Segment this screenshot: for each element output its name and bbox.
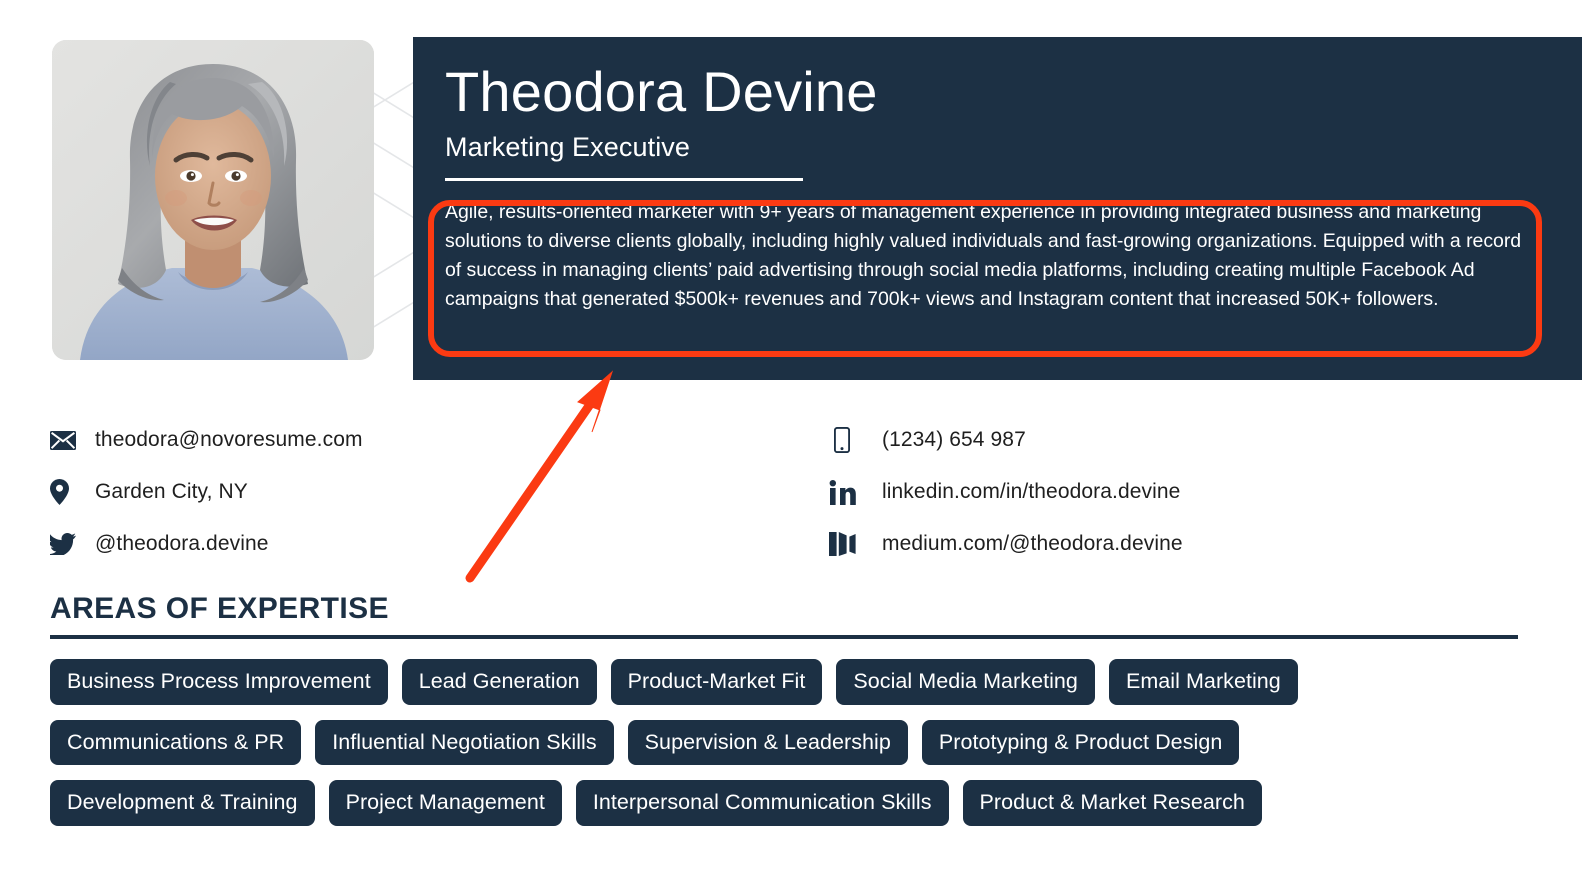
job-title: Marketing Executive [445,131,691,162]
skill-tag[interactable]: Lead Generation [401,659,597,705]
skill-tag-rows: Business Process Improvement Lead Genera… [50,659,1520,827]
contact-column-right: (1234) 654 987 linkedin.com/in/theodora.… [822,414,1522,570]
location-pin-icon [50,479,84,505]
skill-tag[interactable]: Supervision & Leadership [627,719,908,766]
resume-page: Theodora Devine Marketing Executive Agil… [0,0,1582,896]
contact-medium-text: medium.com/@theodora.devine [882,532,1183,555]
section-heading: AREAS OF EXPERTISE [50,592,389,625]
envelope-icon [50,430,84,450]
skill-tag[interactable]: Product & Market Research [962,780,1262,827]
linkedin-icon [822,479,862,505]
contact-item-twitter[interactable]: @theodora.devine [50,518,750,570]
section-divider [50,635,1518,639]
skill-tag[interactable]: Project Management [328,780,562,827]
title-divider [445,177,803,181]
contact-item-email[interactable]: theodora@novoresume.com [50,414,750,466]
contact-column-left: theodora@novoresume.com Garden City, NY [50,414,750,570]
skill-tag[interactable]: Interpersonal Communication Skills [575,780,949,827]
skill-tag[interactable]: Business Process Improvement [50,659,388,705]
contact-item-phone[interactable]: (1234) 654 987 [822,414,1522,466]
contact-location-text: Garden City, NY [95,480,248,503]
skill-tag-row: Business Process Improvement Lead Genera… [50,659,1520,705]
contact-email-text: theodora@novoresume.com [95,428,363,451]
skill-tag[interactable]: Prototyping & Product Design [921,719,1240,766]
skill-tag-row: Development & Training Project Managemen… [50,780,1520,827]
medium-icon [822,532,862,556]
contact-linkedin-text: linkedin.com/in/theodora.devine [882,480,1181,503]
skill-tag[interactable]: Influential Negotiation Skills [315,719,614,766]
skill-tag[interactable]: Development & Training [50,780,315,827]
header-panel: Theodora Devine Marketing Executive Agil… [413,37,1582,380]
contact-item-linkedin[interactable]: linkedin.com/in/theodora.devine [822,466,1522,518]
skill-tag[interactable]: Communications & PR [50,719,302,766]
areas-of-expertise-section: AREAS OF EXPERTISE Business Process Impr… [50,592,1520,841]
contact-item-medium[interactable]: medium.com/@theodora.devine [822,518,1522,570]
skill-tag[interactable]: Product-Market Fit [610,659,823,705]
skill-tag-row: Communications & PR Influential Negotiat… [50,719,1520,766]
professional-summary: Agile, results-oriented marketer with 9+… [445,200,1522,311]
profile-photo [52,40,374,360]
twitter-icon [50,533,84,555]
page-title: Theodora Devine [445,60,878,123]
skill-tag[interactable]: Email Marketing [1108,659,1298,705]
contact-item-location[interactable]: Garden City, NY [50,466,750,518]
contact-phone-text: (1234) 654 987 [882,428,1026,451]
contact-twitter-text: @theodora.devine [95,532,269,555]
skill-tag[interactable]: Social Media Marketing [836,659,1095,705]
mobile-phone-icon [822,427,862,453]
